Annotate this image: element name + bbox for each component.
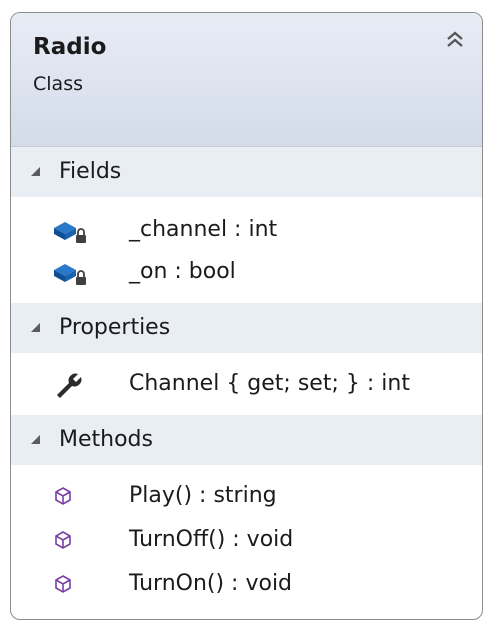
property-wrench-icon xyxy=(51,370,91,400)
property-text: Channel { get; set; } : int xyxy=(129,371,410,396)
field-item[interactable]: _channel : int xyxy=(11,209,482,251)
section-label: Properties xyxy=(59,315,171,340)
field-item[interactable]: _on : bool xyxy=(11,251,482,293)
method-item[interactable]: Play() : string xyxy=(11,475,482,517)
class-shape[interactable]: Radio Class Fields _channel : int _on: … xyxy=(10,12,483,620)
section-label: Methods xyxy=(59,427,153,452)
method-text: TurnOn() : void xyxy=(129,571,293,596)
expand-triangle-icon[interactable] xyxy=(31,167,40,176)
method-cube-icon xyxy=(51,482,91,512)
class-header: Radio Class xyxy=(11,13,482,146)
method-item[interactable]: TurnOn() : void xyxy=(11,563,482,605)
private-field-icon xyxy=(51,258,91,288)
section-fields[interactable]: Fields xyxy=(11,147,482,197)
method-cube-icon xyxy=(51,526,91,556)
method-cube-icon xyxy=(51,570,91,600)
collapse-chevron-icon[interactable] xyxy=(442,27,468,53)
section-label: Fields xyxy=(59,159,122,184)
method-text: Play() : string xyxy=(129,483,277,508)
method-item[interactable]: TurnOff() : void xyxy=(11,519,482,561)
expand-triangle-icon[interactable] xyxy=(31,323,40,332)
field-text: _on : bool xyxy=(129,259,236,284)
section-methods[interactable]: Methods xyxy=(11,415,482,465)
field-text: _channel : int xyxy=(129,217,278,242)
section-properties[interactable]: Properties xyxy=(11,303,482,353)
class-kind: Class xyxy=(33,73,83,95)
expand-triangle-icon[interactable] xyxy=(31,435,40,444)
private-field-icon xyxy=(51,216,91,246)
property-item[interactable]: Channel { get; set; } : int xyxy=(11,363,482,405)
class-name: Radio xyxy=(33,34,107,60)
method-text: TurnOff() : void xyxy=(129,527,294,552)
